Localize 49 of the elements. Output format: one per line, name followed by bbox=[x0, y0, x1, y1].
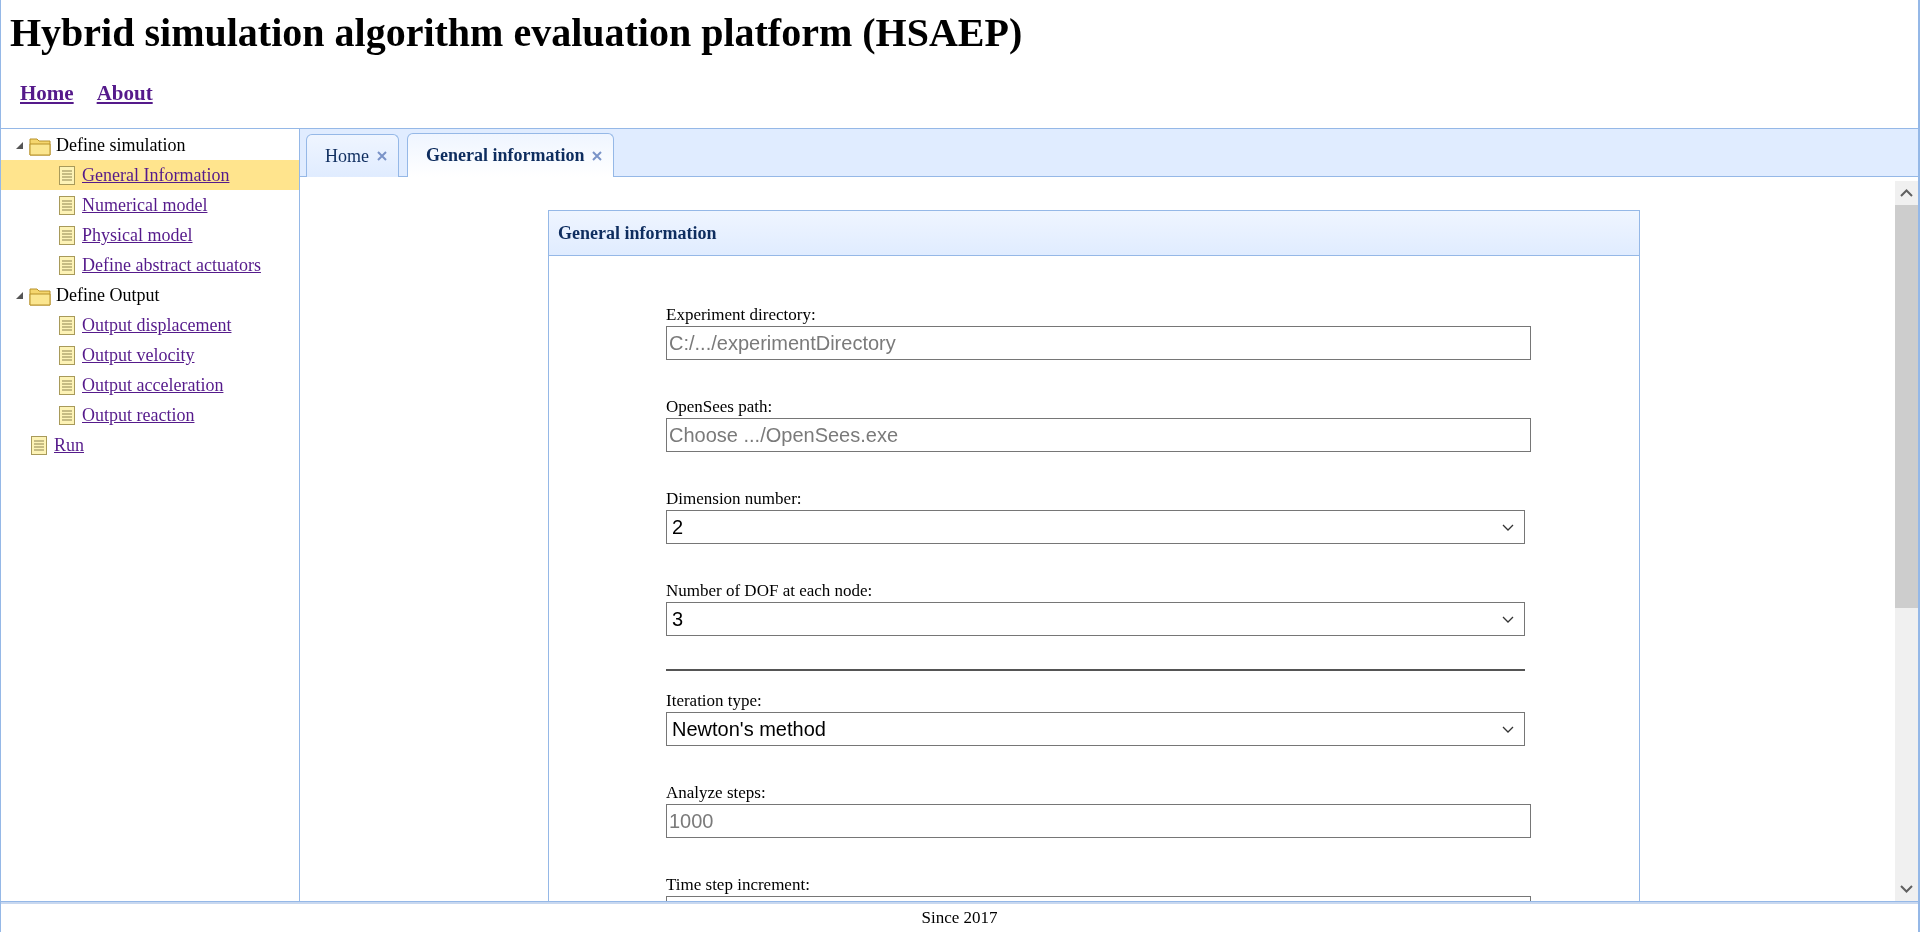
tree-link[interactable]: Output velocity bbox=[82, 344, 195, 366]
tree-link[interactable]: General Information bbox=[82, 164, 230, 186]
input-field[interactable]: Choose .../OpenSees.exe bbox=[666, 418, 1531, 453]
document-icon bbox=[57, 254, 77, 276]
input-field[interactable]: 1000 bbox=[666, 804, 1531, 839]
input-field[interactable]: C:/.../experimentDirectory bbox=[666, 326, 1531, 361]
nav-link[interactable]: About bbox=[96, 81, 153, 105]
tree-folder-label[interactable]: Define Output bbox=[56, 284, 160, 306]
field-label: Experiment directory: bbox=[666, 305, 817, 326]
tab[interactable]: Home bbox=[306, 134, 399, 178]
document-icon bbox=[57, 404, 77, 426]
field-label: Number of DOF at each node: bbox=[666, 581, 874, 602]
document-icon bbox=[57, 164, 77, 186]
document-icon bbox=[29, 434, 49, 456]
selected-tree-row[interactable]: General Information bbox=[1, 160, 299, 191]
tab[interactable]: General information bbox=[407, 133, 615, 178]
tree-link[interactable]: Output displacement bbox=[82, 314, 232, 336]
tree-folder-label[interactable]: Define simulation bbox=[56, 134, 186, 156]
document-icon bbox=[57, 314, 77, 336]
tree-link[interactable]: Output reaction bbox=[82, 404, 195, 426]
field-label: Analyze steps: bbox=[666, 783, 767, 804]
tab-label[interactable]: General information bbox=[426, 145, 585, 167]
field-label: OpenSees path: bbox=[666, 397, 774, 418]
tab-label[interactable]: Home bbox=[325, 145, 369, 167]
document-icon bbox=[57, 224, 77, 246]
document-icon bbox=[57, 374, 77, 396]
chevron-down-icon bbox=[1502, 725, 1514, 733]
dropdown[interactable]: 2 bbox=[666, 510, 1525, 545]
page-title: Hybrid simulation algorithm evaluation platform (HSAEP) bbox=[10, 9, 1023, 57]
tree-link[interactable]: Numerical model bbox=[82, 194, 208, 216]
nav-link[interactable]: Home bbox=[20, 81, 74, 105]
field-label: Iteration type: bbox=[666, 691, 763, 712]
document-icon bbox=[57, 194, 77, 216]
tree-link[interactable]: Run bbox=[54, 434, 84, 456]
footer-text: Since 2017 bbox=[921, 908, 998, 929]
dropdown[interactable]: 3 bbox=[666, 602, 1525, 637]
field-label: Dimension number: bbox=[666, 489, 803, 510]
tree-link[interactable]: Physical model bbox=[82, 224, 193, 246]
scrollbar-drawing[interactable] bbox=[1895, 181, 1918, 902]
tree-link[interactable]: Output acceleration bbox=[82, 374, 224, 396]
panel-title: General information bbox=[549, 211, 1639, 257]
chevron-down-icon bbox=[1502, 615, 1514, 623]
field-label: Time step increment: bbox=[666, 875, 811, 896]
close-icon[interactable] bbox=[591, 149, 604, 162]
document-icon bbox=[57, 344, 77, 366]
close-icon[interactable] bbox=[376, 150, 388, 163]
dropdown[interactable]: Newton's method bbox=[666, 712, 1525, 747]
tree-link[interactable]: Define abstract actuators bbox=[82, 254, 261, 276]
chevron-down-icon bbox=[1502, 523, 1514, 531]
